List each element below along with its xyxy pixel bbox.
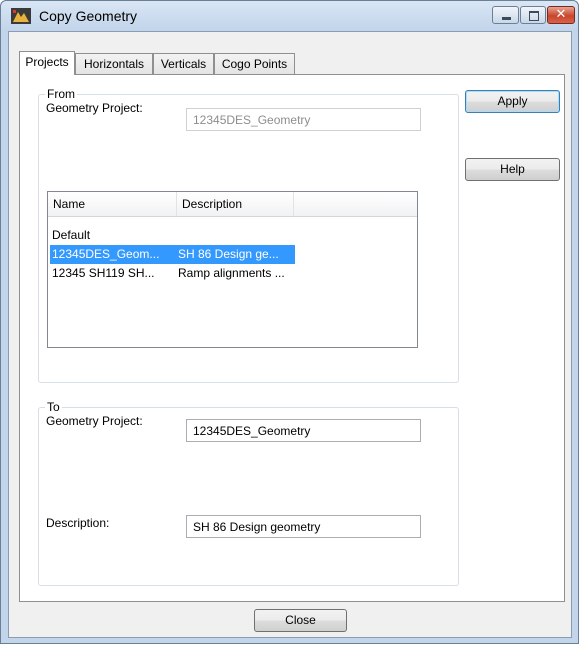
from-group: From Geometry Project: 12345DES_Geometry… (38, 87, 459, 383)
window-title: Copy Geometry (39, 8, 138, 24)
to-geometry-project-label: Geometry Project: (46, 414, 143, 428)
tab-cogo-points[interactable]: Cogo Points (214, 53, 295, 75)
copy-geometry-window: Copy Geometry ✕ Projects Horizontals Ver… (0, 0, 579, 644)
dialog-client-area: Projects Horizontals Verticals Cogo Poin… (8, 31, 572, 638)
list-item-description: Ramp alignments ... (178, 266, 285, 280)
list-header: Name Description (48, 192, 417, 217)
apply-button[interactable]: Apply (465, 90, 560, 113)
maximize-icon (529, 11, 539, 21)
close-button[interactable]: Close (254, 609, 347, 632)
tab-horizontals[interactable]: Horizontals (75, 53, 153, 75)
tab-verticals[interactable]: Verticals (153, 53, 214, 75)
minimize-button[interactable] (492, 6, 519, 24)
description-input[interactable]: SH 86 Design geometry (186, 515, 421, 538)
list-item-selected[interactable]: 12345DES_Geom... SH 86 Design ge... (50, 245, 295, 264)
from-geometry-project-label: Geometry Project: (46, 101, 143, 115)
title-bar[interactable]: Copy Geometry ✕ (1, 1, 578, 31)
column-header-name[interactable]: Name (48, 192, 177, 216)
minimize-icon (502, 17, 511, 20)
maximize-button[interactable] (520, 6, 546, 24)
list-item-name: Default (52, 228, 91, 242)
list-item-description: SH 86 Design ge... (178, 247, 279, 261)
to-geometry-project-input[interactable]: 12345DES_Geometry (186, 419, 421, 442)
geometry-app-icon (11, 8, 31, 24)
list-item-name: 12345DES_Geom... (52, 247, 160, 261)
list-item-name: 12345 SH119 SH... (52, 266, 155, 280)
tab-projects[interactable]: Projects (19, 51, 75, 75)
to-group-label: To (45, 400, 62, 414)
from-group-label: From (45, 87, 77, 101)
close-icon: ✕ (555, 7, 567, 22)
description-label: Description: (46, 516, 110, 530)
close-window-button[interactable]: ✕ (547, 6, 575, 24)
geometry-projects-list[interactable]: Name Description Default 12345DES_Geom..… (47, 191, 418, 348)
to-group: To Geometry Project: 12345DES_Geometry D… (38, 400, 459, 586)
projects-tab-panel: From Geometry Project: 12345DES_Geometry… (19, 74, 565, 602)
help-button[interactable]: Help (465, 158, 560, 181)
column-header-description[interactable]: Description (177, 192, 294, 216)
from-geometry-project-field: 12345DES_Geometry (186, 108, 421, 131)
